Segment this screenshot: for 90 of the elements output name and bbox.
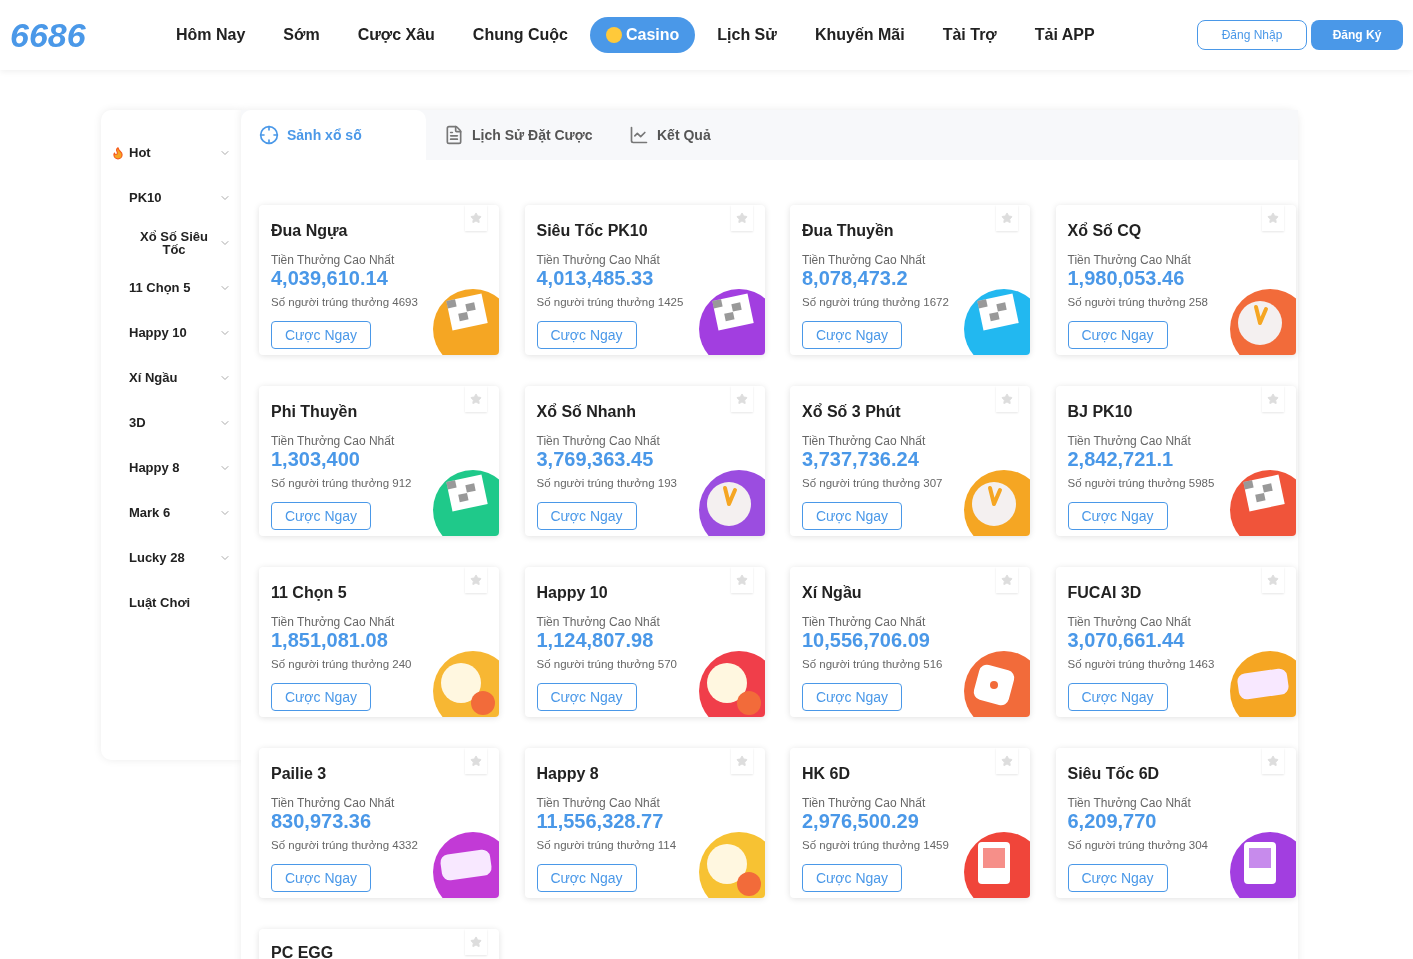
game-title: Pailie 3 [271, 764, 327, 784]
winners-count: Số người trúng thưởng 1463 [1067, 657, 1217, 671]
game-title: Xổ Số CQ [1067, 221, 1142, 241]
winners-count: Số người trúng thưởng 258 [1067, 295, 1210, 309]
nav-link[interactable]: Hôm Nay [160, 17, 262, 53]
winners-count: Số người trúng thưởng 114 [536, 838, 679, 852]
prize-label: Tiền Thưởng Cao Nhất [802, 615, 927, 629]
nav-link[interactable]: Tài Trợ [926, 17, 1013, 53]
game-title: HK 6D [802, 764, 850, 784]
game-title: Đua Ngựa [271, 221, 348, 241]
tab[interactable]: Lịch Sử Đặt Cược [426, 110, 611, 160]
prize-amount: 830,973.36 [271, 810, 373, 832]
fire-icon [111, 145, 125, 160]
sidebar-item[interactable]: 3D [101, 400, 241, 445]
winners-count: Số người trúng thưởng 1425 [536, 295, 686, 309]
winners-count: Số người trúng thưởng 1672 [802, 295, 951, 309]
winners-count: Số người trúng thưởng 240 [271, 657, 414, 671]
sidebar-item[interactable]: Xổ Số Siêu Tốc [101, 220, 241, 265]
prize-amount: 4,013,485.33 [536, 267, 655, 289]
document-icon [444, 125, 464, 145]
winners-count: Số người trúng thưởng 304 [1067, 838, 1210, 852]
nav-link[interactable]: Tải APP [1018, 17, 1111, 53]
game-title: Happy 8 [536, 764, 599, 784]
game-title: Đua Thuyền [802, 221, 894, 241]
prize-label: Tiền Thưởng Cao Nhất [802, 434, 927, 448]
chart-icon [629, 125, 649, 145]
game-title: Xí Ngầu [802, 583, 862, 603]
game-title: Xổ Số Nhanh [536, 402, 637, 422]
sidebar-item[interactable]: Hot [101, 130, 241, 175]
prize-label: Tiền Thưởng Cao Nhất [536, 796, 661, 810]
nav-link[interactable]: Cược Xâu [341, 17, 451, 53]
prize-amount: 8,078,473.2 [802, 267, 909, 289]
prize-amount: 1,851,081.08 [271, 629, 389, 651]
game-title: Siêu Tốc PK10 [536, 221, 648, 241]
prize-amount: 6,209,770 [1067, 810, 1158, 832]
prize-amount: 3,769,363.45 [536, 448, 655, 470]
prize-label: Tiền Thưởng Cao Nhất [802, 796, 927, 810]
prize-label: Tiền Thưởng Cao Nhất [1067, 253, 1192, 267]
prize-amount: 3,070,661.44 [1067, 629, 1186, 651]
winners-count: Số người trúng thưởng 4332 [271, 838, 420, 852]
prize-label: Tiền Thưởng Cao Nhất [271, 615, 396, 629]
prize-label: Tiền Thưởng Cao Nhất [1067, 615, 1192, 629]
game-title: PC EGG [271, 943, 334, 959]
prize-amount: 1,980,053.46 [1067, 267, 1186, 289]
prize-amount: 1,124,807.98 [536, 629, 655, 651]
winners-count: Số người trúng thưởng 912 [271, 476, 414, 490]
sidebar-item[interactable]: PK10 [101, 175, 241, 220]
prize-label: Tiền Thưởng Cao Nhất [536, 615, 661, 629]
prize-amount: 2,842,721.1 [1067, 448, 1175, 470]
nav-link[interactable]: Khuyến Mãi [798, 17, 921, 53]
prize-label: Tiền Thưởng Cao Nhất [271, 253, 396, 267]
prize-label: Tiền Thưởng Cao Nhất [536, 253, 661, 267]
prize-label: Tiền Thưởng Cao Nhất [271, 434, 396, 448]
prize-amount: 2,976,500.29 [802, 810, 920, 832]
sidebar-item[interactable]: Luật Chơi [101, 580, 241, 625]
prize-label: Tiền Thưởng Cao Nhất [802, 253, 927, 267]
prize-label: Tiền Thưởng Cao Nhất [1067, 434, 1192, 448]
game-title: Siêu Tốc 6D [1067, 764, 1160, 784]
winners-count: Số người trúng thưởng 307 [802, 476, 945, 490]
game-title: Phi Thuyền [271, 402, 358, 422]
sidebar-item[interactable]: Lucky 28 [101, 535, 241, 580]
sidebar-item[interactable]: Xí Ngầu [101, 355, 241, 400]
prize-amount: 4,039,610.14 [271, 267, 389, 289]
sidebar-item[interactable]: Mark 6 [101, 490, 241, 535]
tab[interactable]: Kết Quả [611, 110, 796, 160]
winners-count: Số người trúng thưởng 193 [536, 476, 679, 490]
prize-amount: 10,556,706.09 [802, 629, 931, 651]
prize-amount: 1,303,400 [271, 448, 361, 470]
sidebar-item[interactable]: Happy 8 [101, 445, 241, 490]
sidebar-item[interactable]: 11 Chọn 5 [101, 265, 241, 310]
game-title: Happy 10 [536, 583, 608, 603]
game-title: 11 Chọn 5 [271, 583, 347, 603]
winners-count: Số người trúng thưởng 5985 [1067, 476, 1217, 490]
prize-label: Tiền Thưởng Cao Nhất [271, 796, 396, 810]
prize-amount: 3,737,736.24 [802, 448, 920, 470]
prize-label: Tiền Thưởng Cao Nhất [536, 434, 661, 448]
winners-count: Số người trúng thưởng 570 [536, 657, 679, 671]
winners-count: Số người trúng thưởng 516 [802, 657, 945, 671]
game-title: Xổ Số 3 Phút [802, 402, 901, 422]
game-title: BJ PK10 [1067, 402, 1133, 422]
sidebar-item[interactable]: Happy 10 [101, 310, 241, 355]
prize-label: Tiền Thưởng Cao Nhất [1067, 796, 1192, 810]
nav-link[interactable]: Lịch Sử [701, 17, 793, 53]
target-icon [259, 125, 279, 145]
game-title: FUCAI 3D [1067, 583, 1142, 603]
winners-count: Số người trúng thưởng 1459 [802, 838, 951, 852]
nav-link[interactable]: Chung Cuộc [456, 17, 584, 53]
prize-amount: 11,556,328.77 [536, 810, 665, 832]
nav-link[interactable]: Sớm [267, 17, 336, 53]
winners-count: Số người trúng thưởng 4693 [271, 295, 420, 309]
